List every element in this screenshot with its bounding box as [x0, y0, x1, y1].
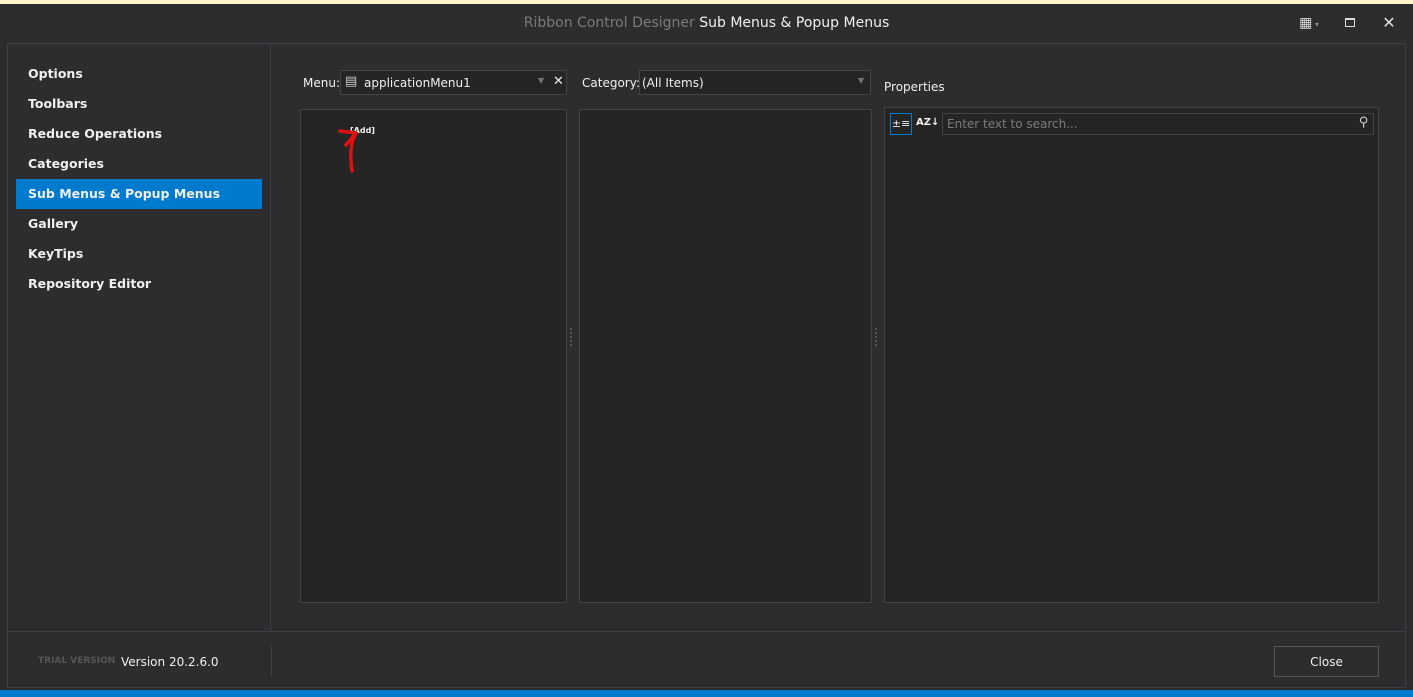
category-value: (All Items) [642, 76, 704, 90]
nav-item-sub-menus[interactable]: Sub Menus & Popup Menus [16, 179, 262, 209]
property-search-input[interactable]: Enter text to search... ⚲ [942, 113, 1374, 135]
nav-item-categories[interactable]: Categories [16, 149, 262, 179]
menu-value: applicationMenu1 [364, 76, 471, 90]
chevron-down-icon[interactable]: ▼ [858, 76, 864, 85]
splitter-handle[interactable] [570, 328, 576, 346]
nav-item-gallery[interactable]: Gallery [16, 209, 262, 239]
properties-title: Properties [884, 80, 945, 94]
taskbar-accent [0, 690, 1413, 697]
menu-combobox[interactable]: ▤ applicationMenu1 ▼ ✕ [340, 70, 567, 95]
trial-version-label: TRIAL VERSION [38, 656, 116, 666]
sort-alphabetical-icon[interactable]: AZ↓ [916, 113, 939, 135]
window-title: Ribbon Control Designer Sub Menus & Popu… [523, 15, 890, 31]
close-icon[interactable]: ✕ [1376, 12, 1402, 34]
close-button[interactable]: Close [1274, 646, 1379, 677]
version-label: Version 20.2.6.0 [121, 655, 219, 669]
category-label: Category: [582, 76, 640, 90]
divider [271, 646, 272, 677]
sidebar-nav: Options Toolbars Reduce Operations Categ… [8, 44, 271, 630]
nav-item-reduce-operations[interactable]: Reduce Operations [16, 119, 262, 149]
nav-item-options[interactable]: Options [16, 59, 262, 89]
footer: TRIAL VERSION Version 20.2.6.0 Close [8, 631, 1405, 688]
menu-label: Menu: [303, 76, 340, 90]
nav-item-repository-editor[interactable]: Repository Editor [16, 269, 262, 299]
maximize-icon [1345, 18, 1355, 27]
chevron-down-icon[interactable]: ▼ [538, 76, 544, 85]
red-arrow-annotation [338, 129, 358, 173]
property-grid: ±≡ AZ↓ Enter text to search... ⚲ [884, 107, 1379, 603]
title-bar: Ribbon Control Designer Sub Menus & Popu… [0, 4, 1413, 42]
nav-item-keytips[interactable]: KeyTips [16, 239, 262, 269]
menu-icon: ▤ [345, 74, 358, 89]
category-items-panel[interactable] [579, 109, 872, 603]
search-placeholder: Enter text to search... [947, 117, 1078, 131]
category-combobox[interactable]: (All Items) ▼ [639, 70, 871, 95]
maximize-button[interactable] [1337, 12, 1363, 34]
search-icon: ⚲ [1359, 115, 1369, 130]
layout-icon[interactable]: ▦ ▾ [1296, 12, 1322, 34]
clear-icon[interactable]: ✕ [553, 74, 564, 89]
nav-item-toolbars[interactable]: Toolbars [16, 89, 262, 119]
categorized-view-icon[interactable]: ±≡ [890, 113, 912, 135]
splitter-handle[interactable] [875, 328, 881, 346]
menu-tree-panel[interactable]: [Add] [300, 109, 567, 603]
